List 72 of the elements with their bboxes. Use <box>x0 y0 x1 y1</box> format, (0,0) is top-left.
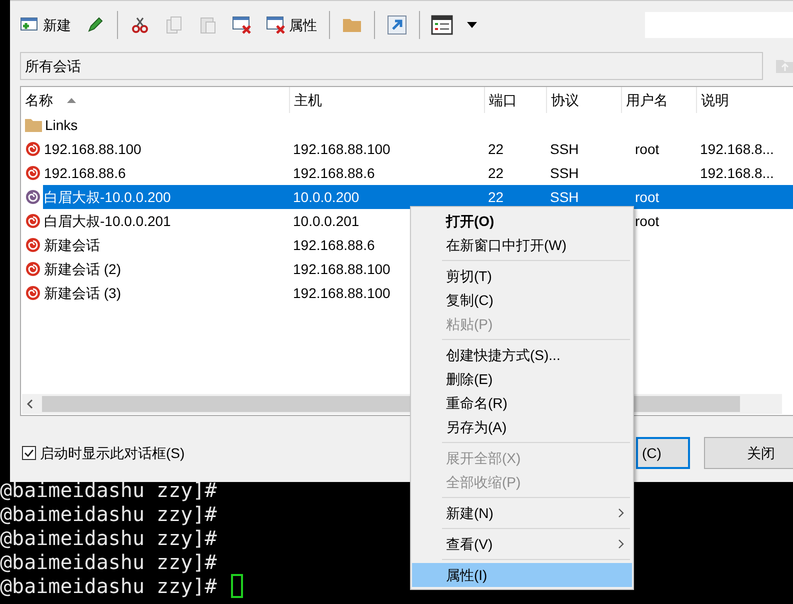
table-cell-text: 10.0.0.201 <box>293 212 360 230</box>
menu-item[interactable]: 剪切(T) <box>412 264 632 288</box>
menu-item[interactable]: 重命名(R) <box>412 391 632 415</box>
copy-icon <box>165 16 183 34</box>
swirl-icon <box>25 237 41 253</box>
table-cell-text: 22 <box>488 164 504 182</box>
caret-icon <box>467 22 477 28</box>
table-cell-text: 22 <box>488 140 504 158</box>
session-name[interactable]: 192.168.88.6 <box>43 161 289 185</box>
column-header[interactable]: 说明 <box>696 87 793 113</box>
column-header[interactable]: 协议 <box>546 87 621 113</box>
swirl-icon <box>25 213 41 229</box>
paste-icon <box>199 16 217 34</box>
startup-checkbox[interactable]: 启动时显示此对话框(S) <box>22 442 185 464</box>
toolbar-button[interactable]: 属性 <box>264 11 319 39</box>
dialog-button[interactable]: (C) <box>636 437 690 469</box>
column-header[interactable]: 端口 <box>484 87 546 113</box>
swirl-icon <box>25 261 41 277</box>
delete-window-icon <box>232 16 252 34</box>
menu-item[interactable]: 删除(E) <box>412 367 632 391</box>
table-cell-text: SSH <box>550 140 579 158</box>
dialog-button[interactable]: 关闭 <box>704 437 793 469</box>
session-name[interactable]: 新建会话 (2) <box>43 257 289 281</box>
table-cell-text: 192.168.88.6 <box>293 164 375 182</box>
session-name[interactable]: 新建会话 (3) <box>43 281 289 305</box>
menu-item[interactable]: 打开(O) <box>412 209 632 233</box>
table-cell-text: 192.168.88.100 <box>293 284 390 302</box>
session-name[interactable]: 192.168.88.100 <box>43 137 289 161</box>
menu-item[interactable]: 创建快捷方式(S)... <box>412 343 632 367</box>
swirl-icon <box>25 189 41 205</box>
table-cell-text: 192.168.8... <box>700 140 774 158</box>
session-name[interactable]: 白眉大叔-10.0.0.201 <box>43 209 289 233</box>
menu-item[interactable]: 另存为(A) <box>412 415 632 439</box>
column-header[interactable]: 名称 <box>21 87 289 113</box>
menu-item[interactable]: 属性(I) <box>412 563 632 587</box>
folder-icon <box>342 17 362 33</box>
column-header[interactable]: 主机 <box>289 87 484 113</box>
table-cell-text: root <box>635 212 660 230</box>
menu-item[interactable]: 查看(V) <box>412 532 632 556</box>
terminal-line: @baimeidashu zzy]# <box>0 550 217 574</box>
toolbar-button[interactable]: 新建 <box>18 11 73 39</box>
session-name[interactable]: 新建会话 <box>43 233 289 257</box>
checkmark-icon <box>24 449 34 457</box>
list-view-icon <box>431 15 453 35</box>
terminal-line: @baimeidashu zzy]# <box>0 502 217 526</box>
terminal-line: @baimeidashu zzy]# <box>0 574 217 598</box>
pencil-icon <box>86 16 104 34</box>
table-cell-text: SSH <box>550 188 579 206</box>
table-cell-text: 10.0.0.200 <box>293 188 360 206</box>
folder-icon <box>25 118 42 132</box>
table-cell-text: 192.168.88.100 <box>293 140 390 158</box>
table-cell-text: 192.168.88.6 <box>293 236 375 254</box>
delete-window-icon <box>266 16 286 34</box>
table-cell-text: root <box>635 188 660 206</box>
table-cell-text: 22 <box>488 188 504 206</box>
table-cell-text: root <box>635 140 660 158</box>
column-header[interactable]: 用户名 <box>621 87 696 113</box>
terminal-line: @baimeidashu zzy]# <box>0 526 217 550</box>
menu-item[interactable]: 在新窗口中打开(W) <box>412 233 632 257</box>
table-cell-text: 192.168.8... <box>700 164 774 182</box>
swirl-icon <box>25 285 41 301</box>
swirl-icon <box>25 141 41 157</box>
menu-item[interactable]: 复制(C) <box>412 288 632 312</box>
scissors-icon <box>131 16 149 34</box>
session-name[interactable]: Links <box>44 113 289 137</box>
table-cell-text: 192.168.88.100 <box>293 260 390 278</box>
session-name[interactable]: 白眉大叔-10.0.0.200 <box>43 185 289 209</box>
terminal-line: @baimeidashu zzy]# <box>0 478 217 502</box>
menu-item[interactable]: 新建(N) <box>412 501 632 525</box>
path-field[interactable]: 所有会话 <box>20 52 763 80</box>
swirl-icon <box>25 165 41 181</box>
table-cell-text: SSH <box>550 164 579 182</box>
